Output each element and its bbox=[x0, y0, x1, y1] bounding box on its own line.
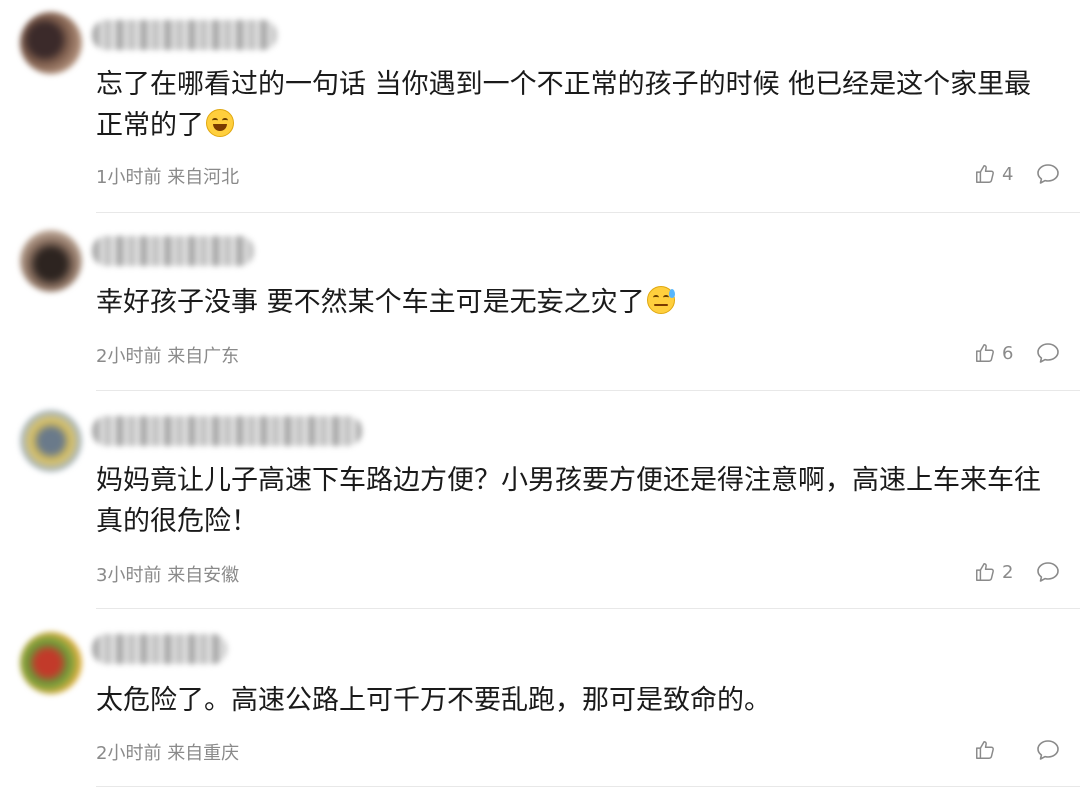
like-button[interactable] bbox=[974, 739, 1022, 761]
comment-meta: 2小时前 来自重庆 bbox=[96, 739, 239, 765]
like-count: 4 bbox=[1002, 163, 1014, 185]
comment-actions: 6 bbox=[974, 342, 1060, 364]
comment-actions: 4 bbox=[974, 163, 1060, 185]
comment-text-content: 忘了在哪看过的一句话 当你遇到一个不正常的孩子的时候 他已经是这个家里最正常的了 bbox=[96, 69, 1032, 141]
avatar[interactable] bbox=[20, 410, 82, 472]
comment-bubble-icon[interactable] bbox=[1036, 739, 1060, 761]
divider bbox=[96, 786, 1080, 787]
comment-text-content: 太危险了。高速公路上可千万不要乱跑，那可是致命的。 bbox=[96, 685, 771, 716]
thumbs-up-icon bbox=[976, 563, 994, 581]
comment-text-content: 妈妈竟让儿子高速下车路边方便？小男孩要方便还是得注意啊，高速上车来车往真的很危险… bbox=[96, 465, 1041, 537]
username[interactable] bbox=[92, 634, 227, 664]
comment-time: 1小时前 bbox=[96, 167, 162, 188]
comment-text: 妈妈竟让儿子高速下车路边方便？小男孩要方便还是得注意啊，高速上车来车往真的很危险… bbox=[96, 460, 1056, 542]
divider bbox=[96, 212, 1080, 213]
comment-time: 3小时前 bbox=[96, 565, 162, 586]
username[interactable] bbox=[92, 416, 362, 446]
laughing-tears-emoji-icon bbox=[206, 109, 234, 137]
avatar[interactable] bbox=[20, 230, 82, 292]
username[interactable] bbox=[92, 236, 254, 266]
comment-bubble-icon[interactable] bbox=[1036, 163, 1060, 185]
thumbs-up-icon bbox=[976, 741, 994, 759]
comment-meta: 3小时前 来自安徽 bbox=[96, 561, 239, 587]
avatar[interactable] bbox=[20, 632, 82, 694]
comment-actions bbox=[974, 739, 1060, 761]
comment-meta: 1小时前 来自河北 bbox=[96, 163, 239, 189]
divider bbox=[96, 608, 1080, 609]
comment-location: 来自河北 bbox=[167, 167, 240, 188]
comment-text-content: 幸好孩子没事 要不然某个车主可是无妄之灾了 bbox=[96, 287, 645, 318]
like-button[interactable]: 6 bbox=[974, 342, 1022, 364]
comment-text: 太危险了。高速公路上可千万不要乱跑，那可是致命的。 bbox=[96, 680, 1056, 721]
like-button[interactable]: 2 bbox=[974, 561, 1022, 583]
comment-location: 来自广东 bbox=[167, 346, 240, 367]
like-button[interactable]: 4 bbox=[974, 163, 1022, 185]
comment-actions: 2 bbox=[974, 561, 1060, 583]
comment-text: 忘了在哪看过的一句话 当你遇到一个不正常的孩子的时候 他已经是这个家里最正常的了 bbox=[96, 64, 1056, 146]
like-count: 6 bbox=[1002, 342, 1014, 364]
like-count: 2 bbox=[1002, 561, 1014, 583]
comment-time: 2小时前 bbox=[96, 346, 162, 367]
thumbs-up-icon bbox=[976, 344, 994, 362]
divider bbox=[96, 390, 1080, 391]
comment-bubble-icon[interactable] bbox=[1036, 561, 1060, 583]
thumbs-up-icon bbox=[976, 165, 994, 183]
avatar[interactable] bbox=[20, 12, 82, 74]
comment-text: 幸好孩子没事 要不然某个车主可是无妄之灾了 bbox=[96, 282, 1056, 323]
comment-meta: 2小时前 来自广东 bbox=[96, 342, 239, 368]
comment-bubble-icon[interactable] bbox=[1036, 342, 1060, 364]
username[interactable] bbox=[92, 20, 277, 50]
comment-time: 2小时前 bbox=[96, 743, 162, 764]
comment-location: 来自重庆 bbox=[167, 743, 240, 764]
sweat-emoji-icon bbox=[646, 286, 675, 314]
comment-location: 来自安徽 bbox=[167, 565, 240, 586]
